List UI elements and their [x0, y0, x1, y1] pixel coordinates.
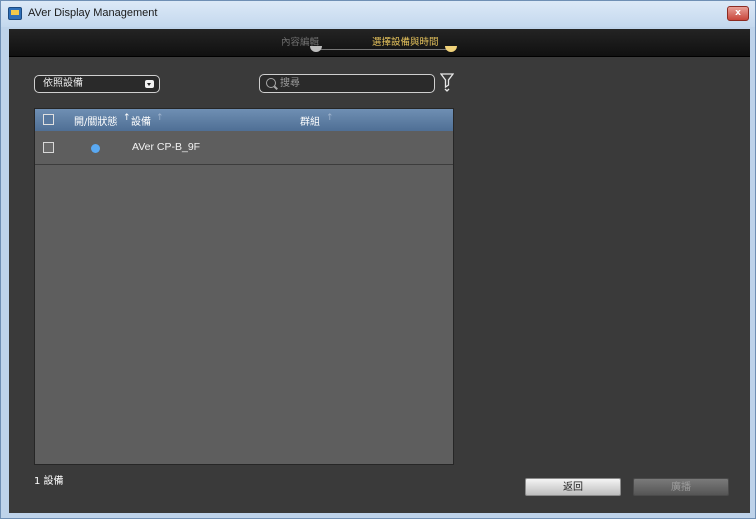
device-name: AVer CP-B_9F	[132, 141, 201, 153]
status-online-icon	[91, 144, 100, 153]
column-header-device[interactable]: 設備	[131, 113, 151, 128]
main-content: 內容編輯 選擇設備與時間 依照設備 開/關狀態 ↑ 設備 ↑ 群	[9, 29, 750, 513]
row-checkbox[interactable]	[43, 142, 54, 153]
sort-arrow-icon[interactable]: ↑	[123, 113, 131, 123]
column-header-status[interactable]: 開/關狀態	[74, 113, 117, 128]
title-bar: AVer Display Management x	[1, 1, 755, 27]
window-title: AVer Display Management	[28, 7, 158, 19]
group-by-dropdown[interactable]: 依照設備	[34, 75, 160, 93]
step-track	[315, 49, 453, 50]
device-count: 1 設備	[34, 476, 64, 487]
column-header-group[interactable]: 群組	[300, 113, 320, 128]
device-table: 開/關狀態 ↑ 設備 ↑ 群組 ↑ AVer CP-B_9F	[34, 108, 454, 465]
table-header: 開/關狀態 ↑ 設備 ↑ 群組 ↑	[35, 109, 453, 131]
close-icon: x	[735, 8, 741, 18]
close-button[interactable]: x	[727, 6, 749, 21]
step-marker-inactive	[310, 46, 322, 52]
search-box[interactable]	[259, 74, 435, 93]
app-icon	[8, 7, 22, 20]
app-window: AVer Display Management x 內容編輯 選擇設備與時間 依…	[0, 0, 756, 519]
table-row[interactable]: AVer CP-B_9F	[35, 131, 453, 165]
sort-arrow-icon[interactable]: ↑	[326, 113, 334, 123]
dropdown-selected-value: 依照設備	[43, 78, 83, 89]
back-button[interactable]: 返回	[525, 478, 621, 496]
filter-icon[interactable]	[440, 72, 454, 92]
search-icon	[266, 78, 276, 88]
step-select-device-time[interactable]: 選擇設備與時間	[372, 34, 439, 48]
step-indicator: 內容編輯 選擇設備與時間	[9, 29, 750, 57]
broadcast-button[interactable]: 廣播	[633, 478, 729, 496]
select-all-checkbox[interactable]	[43, 114, 54, 125]
chevron-down-icon	[145, 80, 154, 88]
step-marker-active	[445, 46, 457, 52]
search-input[interactable]	[280, 76, 430, 91]
sort-arrow-icon[interactable]: ↑	[156, 113, 164, 123]
